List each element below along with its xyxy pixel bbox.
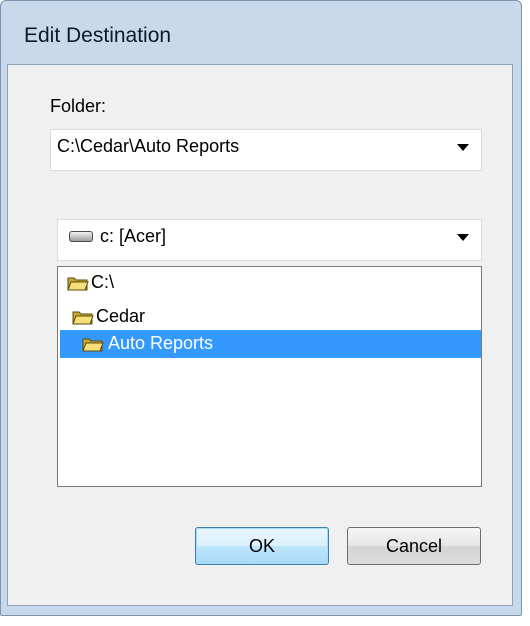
folder-label: Folder: [50, 96, 107, 116]
tree-item-c-root[interactable]: C:\ [65, 269, 245, 297]
cancel-button[interactable]: Cancel [347, 527, 481, 565]
tree-item-cedar[interactable]: Cedar [70, 303, 250, 331]
drive-combobox-value: c: [Acer] [100, 226, 167, 246]
folder-tree[interactable]: C:\ Cedar Auto Reports [57, 266, 482, 487]
tree-item-label: Auto Reports [108, 333, 214, 353]
chevron-down-icon[interactable] [457, 144, 469, 151]
tree-item-auto-reports[interactable]: Auto Reports [60, 330, 481, 358]
folder-combobox[interactable]: C:\Cedar\Auto Reports [50, 129, 482, 171]
tree-item-label: Cedar [96, 306, 146, 326]
dialog-title: Edit Destination [24, 24, 172, 47]
open-folder-icon [67, 277, 89, 291]
drive-combobox[interactable]: c: [Acer] [57, 219, 482, 261]
ok-button[interactable]: OK [195, 527, 329, 565]
drive-icon [69, 231, 93, 242]
tree-item-label: C:\ [91, 272, 115, 292]
folder-combobox-value: C:\Cedar\Auto Reports [57, 136, 240, 156]
open-folder-icon [72, 311, 94, 325]
chevron-down-icon[interactable] [457, 234, 469, 241]
open-folder-icon [82, 338, 104, 352]
